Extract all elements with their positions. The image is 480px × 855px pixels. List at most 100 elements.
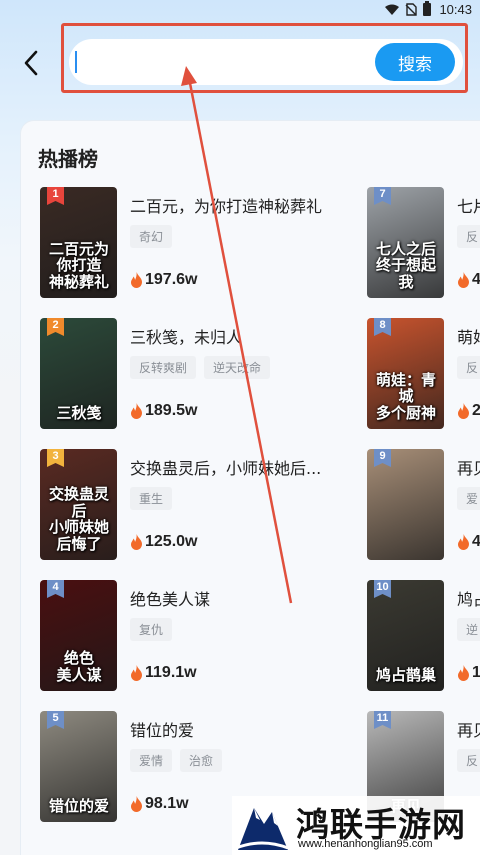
genre-tag: 反: [457, 356, 480, 379]
genre-tag: 复仇: [130, 618, 173, 641]
genre-tag: 反转爽剧: [130, 356, 197, 379]
heat-value: 125.0w: [145, 533, 198, 550]
fire-icon: [131, 272, 142, 288]
rank-badge: 1: [47, 187, 64, 205]
poster-title-text: 三秋笺: [56, 403, 102, 422]
ranking-item[interactable]: 交换蛊灵后 小师妹她后悔了 3 交换蛊灵后，小师妹她后... 重生 125.0w: [40, 449, 360, 561]
poster-image[interactable]: 鸠占鹊巢 10: [367, 580, 444, 691]
rank-badge: 11: [374, 711, 391, 729]
wifi-icon: [385, 4, 400, 15]
no-sim-icon: [405, 3, 418, 16]
back-button[interactable]: [16, 46, 46, 80]
rank-badge: 3: [47, 449, 64, 467]
genre-tag: 爱情: [130, 749, 173, 772]
poster-image[interactable]: 9: [367, 449, 444, 560]
annotation-highlight-box: [61, 23, 468, 93]
item-title[interactable]: 鸠占: [457, 586, 480, 610]
tag-list: 爱: [457, 487, 480, 510]
heat-count: 98.1w: [130, 795, 189, 813]
tag-list: 反: [457, 356, 480, 379]
heat-value: 4: [472, 533, 480, 550]
item-title[interactable]: 错位的爱: [130, 717, 194, 741]
poster-title-text: 萌娃：青城 多个厨神: [375, 370, 436, 422]
fire-icon: [131, 665, 142, 681]
heat-count: 4: [457, 271, 480, 289]
genre-tag: 奇幻: [130, 225, 173, 248]
chevron-left-icon: [24, 50, 38, 76]
heat-value: 197.6w: [145, 271, 198, 288]
ranking-item[interactable]: 9 再贝爱 4: [367, 449, 480, 561]
heat-value: 1: [472, 664, 480, 681]
watermark: 鸿联手游网 www.henanhonglian95.com: [232, 796, 480, 855]
item-title[interactable]: 交换蛊灵后，小师妹她后...: [130, 455, 321, 479]
fire-icon: [458, 403, 469, 419]
heat-count: 1: [457, 664, 480, 682]
poster-image[interactable]: 七人之后 终于想起我 7: [367, 187, 444, 298]
fire-icon: [131, 534, 142, 550]
heat-value: 2: [472, 402, 480, 419]
tag-list: 奇幻: [130, 225, 173, 248]
poster-title-text: 交换蛊灵后 小师妹她后悔了: [48, 485, 109, 553]
ranking-item[interactable]: 鸠占鹊巢 10 鸠占逆 1: [367, 580, 480, 692]
item-title[interactable]: 七片: [457, 193, 480, 217]
battery-icon: [423, 1, 432, 16]
ranking-item[interactable]: 七人之后终于想起我 7 七片反 4: [367, 187, 480, 299]
heat-value: 189.5w: [145, 402, 198, 419]
item-title[interactable]: 再贝: [457, 455, 480, 479]
poster-image[interactable]: 交换蛊灵后 小师妹她后悔了 3: [40, 449, 117, 560]
genre-tag: 反: [457, 749, 480, 772]
genre-tag: 逆天改命: [204, 356, 271, 379]
poster-image[interactable]: 绝色 美人谋 4: [40, 580, 117, 691]
ranking-item[interactable]: 绝色 美人谋 4 绝色美人谋 复仇 119.1w: [40, 580, 360, 692]
tag-list: 复仇: [130, 618, 173, 641]
section-title: 热播榜: [38, 147, 98, 171]
poster-image[interactable]: 三秋笺 2: [40, 318, 117, 429]
tag-list: 重生: [130, 487, 173, 510]
rank-badge: 8: [374, 318, 391, 336]
ranking-item[interactable]: 萌娃：青城多个厨神 8 萌妇反 2: [367, 318, 480, 430]
tag-list: 爱情 治愈: [130, 749, 223, 772]
poster-title-text: 错位的爱: [48, 796, 109, 815]
heat-count: 125.0w: [130, 533, 197, 551]
status-time: 10:43: [439, 2, 472, 17]
heat-value: 119.1w: [145, 664, 197, 681]
poster-title-text: 七人之后 终于想起我: [375, 239, 436, 291]
item-title[interactable]: 萌妇: [457, 324, 480, 348]
rank-badge: 5: [47, 711, 64, 729]
item-title[interactable]: 二百元，为你打造神秘葬礼: [130, 193, 322, 217]
heat-count: 2: [457, 402, 480, 420]
rank-badge: 7: [374, 187, 391, 205]
poster-title-text: 二百元为你打造 神秘葬礼: [48, 239, 109, 291]
fire-icon: [458, 272, 469, 288]
poster-title-text: 鸠占鹊巢: [375, 665, 436, 684]
rank-badge: 2: [47, 318, 64, 336]
fire-icon: [458, 665, 469, 681]
poster-image[interactable]: 二百元为你打造 神秘葬礼 1: [40, 187, 117, 298]
item-title[interactable]: 再贝: [457, 717, 480, 741]
poster-title-text: 绝色 美人谋: [56, 649, 102, 684]
heat-count: 197.6w: [130, 271, 197, 289]
genre-tag: 反: [457, 225, 480, 248]
item-title[interactable]: 三秋笺，未归人: [130, 324, 242, 348]
genre-tag: 逆: [457, 618, 480, 641]
watermark-logo-icon: [235, 808, 289, 850]
fire-icon: [131, 796, 142, 812]
tag-list: 反转爽剧 逆天改命: [130, 356, 271, 379]
rank-badge: 10: [374, 580, 391, 598]
fire-icon: [458, 534, 469, 550]
item-title[interactable]: 绝色美人谋: [130, 586, 210, 610]
rank-badge: 9: [374, 449, 391, 467]
ranking-item[interactable]: 二百元为你打造 神秘葬礼 1 二百元，为你打造神秘葬礼 奇幻 197.6w: [40, 187, 360, 299]
watermark-url: www.henanhonglian95.com: [298, 838, 433, 850]
heat-count: 4: [457, 533, 480, 551]
heat-count: 119.1w: [130, 664, 197, 682]
genre-tag: 治愈: [180, 749, 223, 772]
status-icons: 10:43: [385, 1, 472, 17]
status-bar: 10:43: [0, 0, 480, 22]
fire-icon: [131, 403, 142, 419]
tag-list: 逆: [457, 618, 480, 641]
heat-count: 189.5w: [130, 402, 197, 420]
poster-image[interactable]: 萌娃：青城 多个厨神 8: [367, 318, 444, 429]
poster-image[interactable]: 错位的爱 5: [40, 711, 117, 822]
ranking-item[interactable]: 三秋笺 2 三秋笺，未归人 反转爽剧 逆天改命 189.5w: [40, 318, 360, 430]
